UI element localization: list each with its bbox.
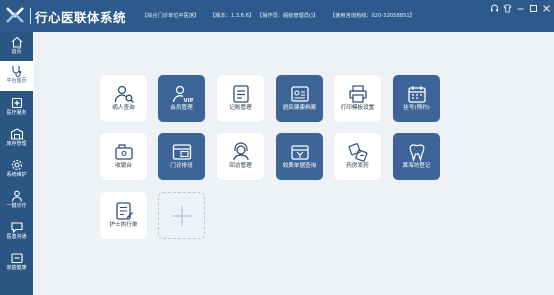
tile-label: 药房发药 [346, 163, 369, 169]
medical-icon [11, 97, 22, 109]
sidebar-item-label: 系统维护 [6, 172, 27, 178]
app-logo-icon [6, 7, 24, 23]
sidebar-item-label: 医疗服务 [6, 110, 27, 116]
tile-ledger[interactable]: 记账管理 [217, 75, 264, 122]
minimize-icon[interactable] [515, 3, 526, 14]
sidebar-item-inventory[interactable]: 库存管理 [0, 124, 33, 152]
family-icon [10, 253, 23, 264]
pharmacy-icon [348, 143, 367, 162]
tile-label: 收费单据查询 [282, 163, 317, 169]
warehouse-icon [10, 128, 23, 140]
tile-follow-up[interactable]: 回访管理 [217, 133, 264, 180]
sidebar-item-label: 平台首页 [6, 78, 27, 84]
tile-label: 打印模板设置 [340, 105, 375, 111]
ledger-icon [232, 85, 249, 103]
tile-label: 病人查询 [112, 105, 135, 111]
tile-label: 收银台 [115, 163, 132, 169]
tile-nurse-execution[interactable]: 护士执行单 [100, 192, 147, 239]
app-title: 行心医联体系统 [35, 10, 127, 25]
sidebar-item-one-click[interactable]: 一键诊疗 [0, 186, 33, 214]
printer-icon [348, 85, 367, 103]
tile-label: 记账管理 [229, 105, 252, 111]
tile-receipt-search[interactable]: 收费单据查询 [276, 133, 323, 180]
info-version: 【版本：1.3.8.6】 [210, 13, 255, 19]
settings-icon [11, 159, 22, 171]
tile-print-template[interactable]: 打印模板设置 [334, 75, 381, 122]
main-content: 病人查询 VIP 会员管理 记账管理 居民健康档案 打印模板设置 挂号(预约) … [33, 32, 554, 295]
home-icon [11, 36, 22, 48]
chat-icon [10, 222, 23, 234]
sidebar-item-home[interactable]: 首页 [0, 32, 33, 60]
tile-patient-search[interactable]: 病人查询 [100, 75, 147, 122]
add-tile-button[interactable] [158, 192, 205, 239]
window-controls [489, 3, 552, 14]
nurse-sheet-icon [115, 202, 133, 220]
sidebar-item-medical-service[interactable]: 医疗服务 [0, 93, 33, 121]
tile-registration[interactable]: 挂号(预约) [393, 75, 440, 122]
skin-icon[interactable] [502, 3, 513, 14]
tile-outpatient-schedule[interactable]: 门诊排班 [158, 133, 205, 180]
tile-label: 会员管理 [170, 105, 193, 111]
info-operator: 【操作员：超级管理员()】 [257, 13, 319, 19]
sidebar-item-label: 一键诊疗 [6, 203, 27, 209]
sidebar-item-system[interactable]: 系统维护 [0, 155, 33, 183]
sidebar-item-doctor-patient[interactable]: 医患沟通 [0, 217, 33, 245]
sidebar: 首页 平台首页 医疗服务 库存管理 系统维护 一键诊疗 医患沟通 家庭健康 [0, 32, 33, 295]
cash-register-icon [114, 144, 133, 160]
tile-label: 护士执行单 [109, 222, 138, 228]
tile-label: 回访管理 [229, 163, 252, 169]
sidebar-item-platform-home[interactable]: 平台首页 [0, 61, 33, 91]
info-hotline: 【使用咨询热线：020-32058851】 [330, 13, 415, 19]
sidebar-item-label: 首页 [11, 49, 22, 55]
sidebar-item-label: 库存管理 [6, 141, 27, 147]
tile-label: 门诊排班 [170, 163, 193, 169]
tile-health-record[interactable]: 居民健康档案 [276, 75, 323, 122]
tile-label: 挂号(预约) [403, 105, 430, 111]
sidebar-item-family-health[interactable]: 家庭健康 [0, 248, 33, 276]
tile-cash-register[interactable]: 收银台 [100, 133, 147, 180]
maximize-icon[interactable] [528, 3, 539, 14]
close-icon[interactable] [541, 3, 552, 14]
user-icon [11, 190, 22, 202]
tile-vip-member[interactable]: VIP 会员管理 [158, 75, 205, 122]
vip-member-icon: VIP [172, 85, 193, 104]
health-record-icon [290, 86, 309, 102]
tooth-icon [409, 144, 424, 162]
headset-icon[interactable] [489, 3, 500, 14]
headset-callback-icon [232, 142, 249, 161]
sidebar-item-label: 医患沟通 [6, 234, 27, 240]
tile-tooth-register[interactable]: 黄海坊登记 [393, 133, 440, 180]
tile-label: 居民健康档案 [282, 105, 317, 111]
title-bar: 行心医联体系统 【综合门诊单位中医馆】 【版本：1.3.8.6】 【操作员：超级… [0, 0, 554, 32]
receipt-search-icon [290, 145, 309, 160]
tile-label: 黄海坊登记 [402, 163, 431, 169]
title-separator [30, 8, 31, 24]
calendar-icon [407, 86, 426, 103]
tile-pharmacy-dispense[interactable]: 药房发药 [334, 133, 381, 180]
stethoscope-icon [11, 66, 21, 78]
sidebar-item-label: 家庭健康 [6, 265, 27, 271]
info-department: 【综合门诊单位中医馆】 [142, 13, 200, 19]
schedule-icon [172, 144, 191, 160]
patient-search-icon [114, 85, 134, 103]
